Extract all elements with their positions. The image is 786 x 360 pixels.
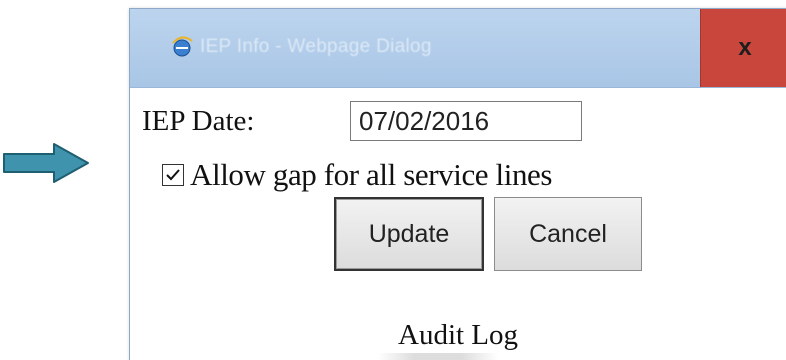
ie-globe-icon xyxy=(170,35,194,59)
close-button[interactable]: x xyxy=(700,9,786,87)
allow-gap-checkbox[interactable] xyxy=(162,164,184,186)
checkmark-icon xyxy=(166,169,180,181)
screenshot-stage: IEP Info - Webpage Dialog x IEP Date: Al… xyxy=(0,0,786,360)
iep-dialog: IEP Info - Webpage Dialog x IEP Date: Al… xyxy=(129,8,786,360)
iep-date-input[interactable] xyxy=(350,101,582,141)
close-icon: x xyxy=(738,34,752,61)
iep-date-label: IEP Date: xyxy=(142,105,255,137)
update-button[interactable]: Update xyxy=(334,197,484,271)
allow-gap-label[interactable]: Allow gap for all service lines xyxy=(190,157,552,193)
cancel-button[interactable]: Cancel xyxy=(494,197,642,271)
cropped-text-fragment xyxy=(378,353,498,360)
dialog-titlebar[interactable]: IEP Info - Webpage Dialog x xyxy=(130,9,786,88)
right-arrow-icon xyxy=(0,140,92,191)
dialog-title: IEP Info - Webpage Dialog xyxy=(200,36,432,57)
allow-gap-option: Allow gap for all service lines xyxy=(162,157,552,193)
audit-log-heading: Audit Log xyxy=(398,319,519,351)
